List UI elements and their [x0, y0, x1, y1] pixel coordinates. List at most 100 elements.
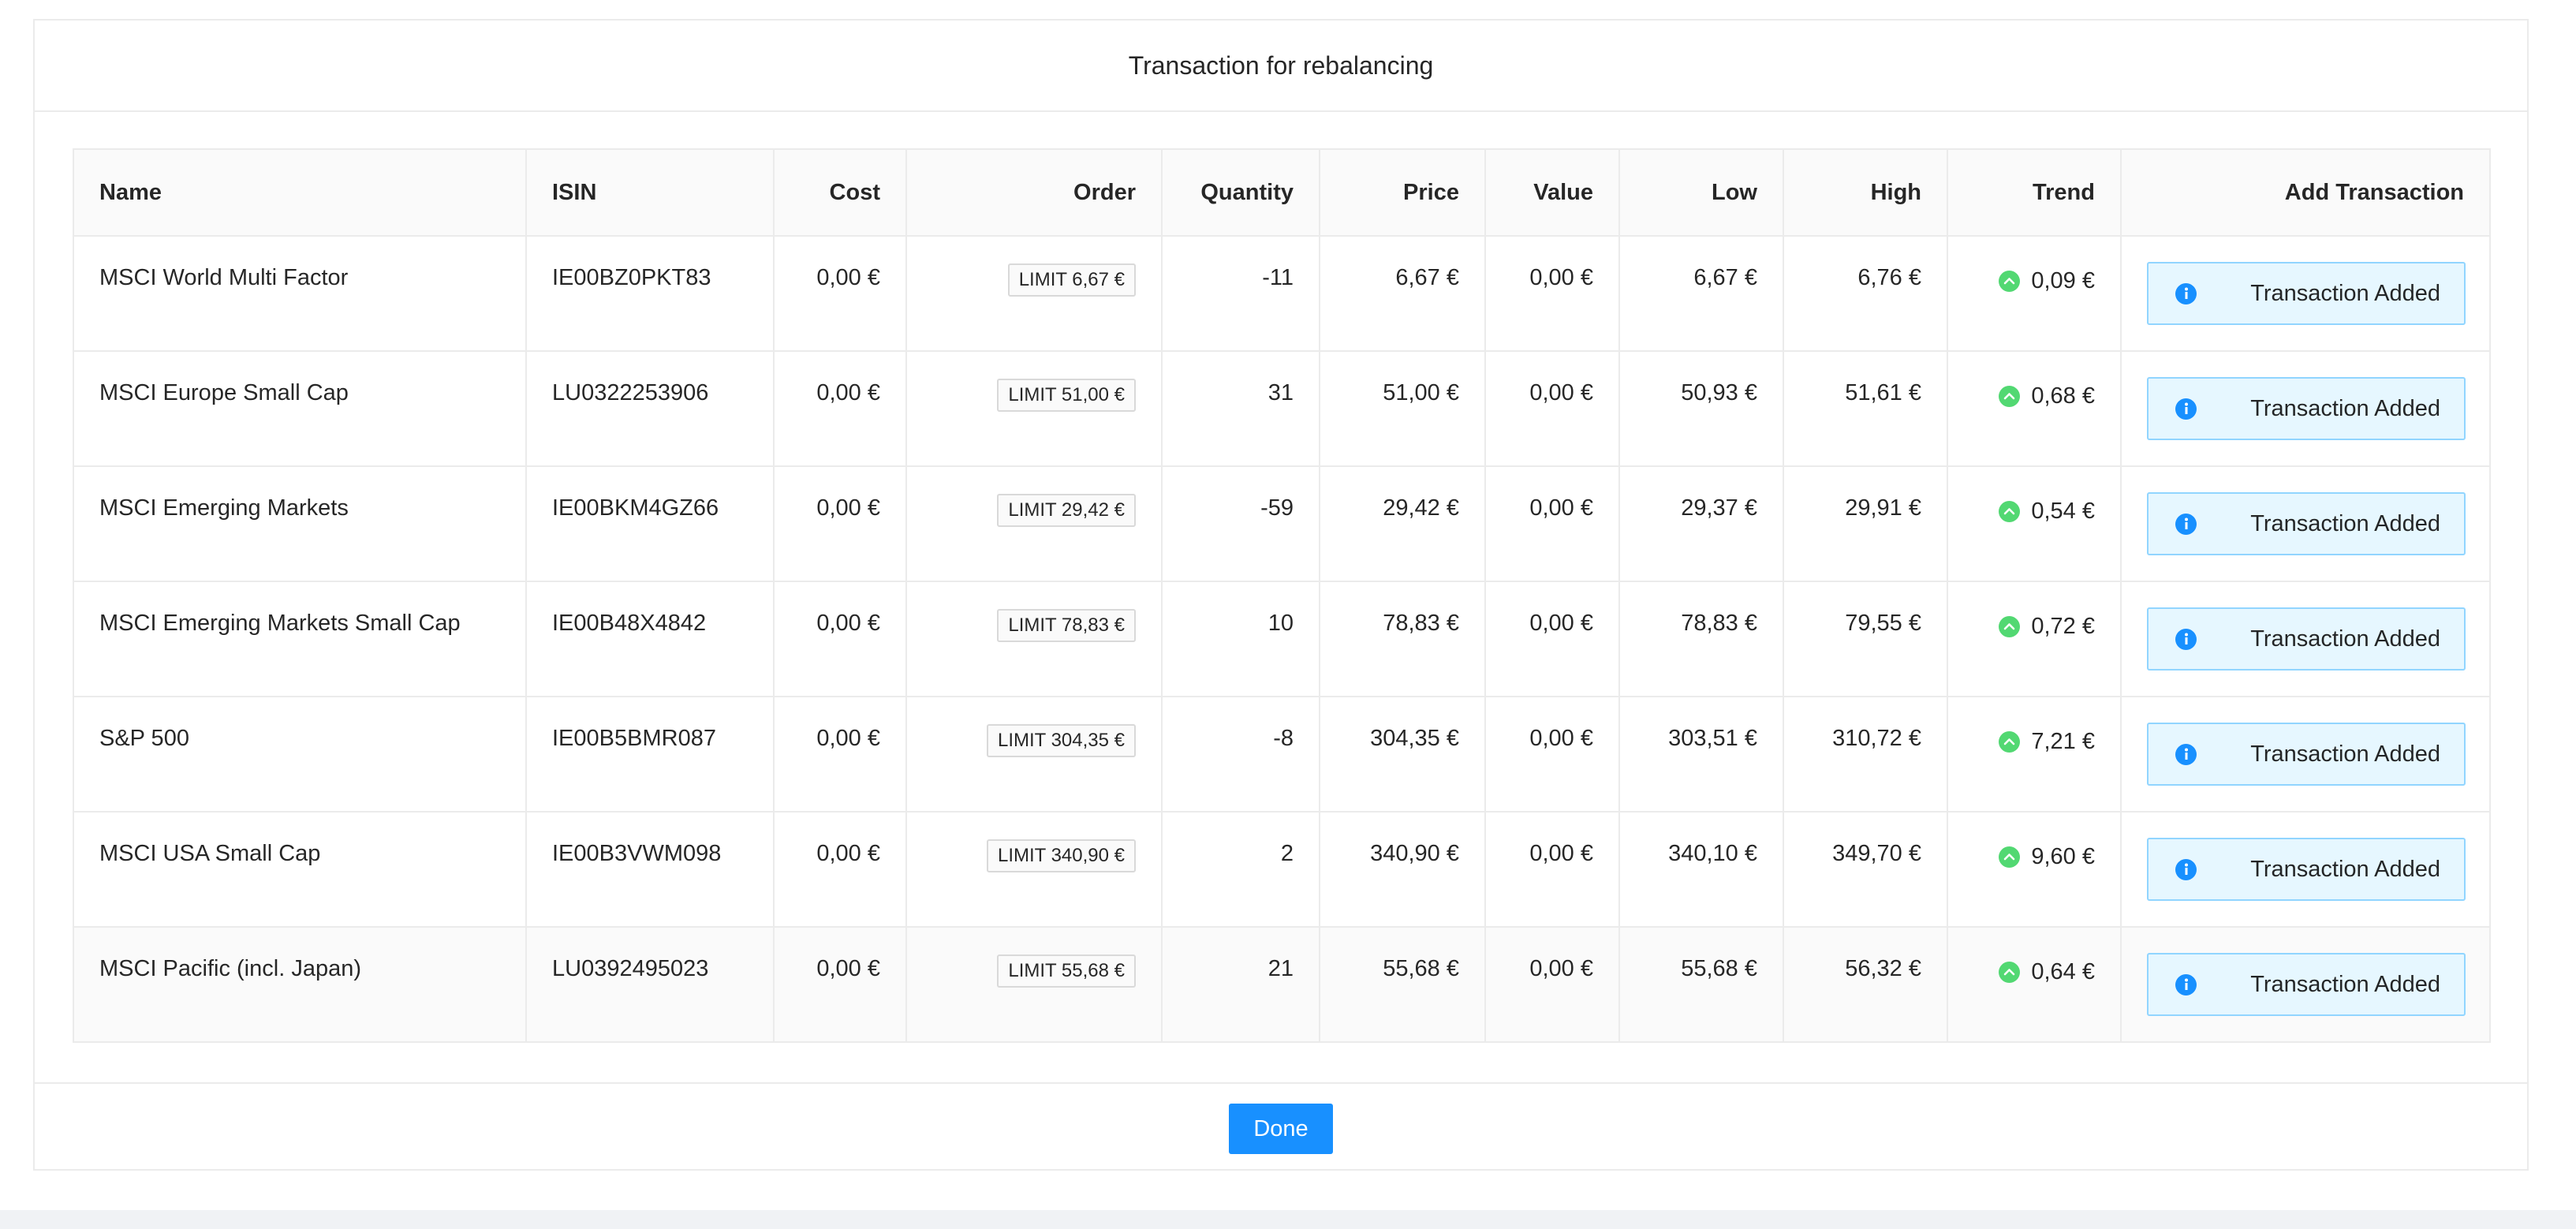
- table-row: MSCI Emerging Markets Small Cap IE00B48X…: [73, 581, 2491, 697]
- transaction-added-button[interactable]: Transaction Added: [2147, 723, 2466, 786]
- column-header-add-transaction[interactable]: Add Transaction: [2120, 148, 2491, 237]
- cell-order: LIMIT 78,83 €: [905, 581, 1163, 697]
- column-header-low[interactable]: Low: [1618, 148, 1784, 237]
- cell-high: 51,61 €: [1783, 350, 1948, 467]
- cell-price: 51,00 €: [1319, 350, 1486, 467]
- cell-price: 304,35 €: [1319, 696, 1486, 812]
- cell-price: 55,68 €: [1319, 926, 1486, 1043]
- cell-price: 29,42 €: [1319, 465, 1486, 582]
- info-circle-icon: [2175, 398, 2197, 420]
- cell-cost: 0,00 €: [773, 926, 907, 1043]
- cell-low: 340,10 €: [1618, 811, 1784, 928]
- transaction-added-button[interactable]: Transaction Added: [2147, 492, 2466, 555]
- cell-high: 6,76 €: [1783, 235, 1948, 352]
- cell-cost: 0,00 €: [773, 350, 907, 467]
- transaction-added-button[interactable]: Transaction Added: [2147, 377, 2466, 440]
- cell-isin: IE00BZ0PKT83: [525, 235, 775, 352]
- cell-add-transaction: Transaction Added: [2120, 811, 2491, 928]
- transaction-added-button[interactable]: Transaction Added: [2147, 953, 2466, 1016]
- info-circle-icon: [2175, 513, 2197, 535]
- table-row: MSCI Emerging Markets IE00BKM4GZ66 0,00 …: [73, 465, 2491, 582]
- transactions-table: Name ISIN Cost Order Quantity Price Valu…: [73, 148, 2491, 1043]
- table-row: S&P 500 IE00B5BMR087 0,00 € LIMIT 304,35…: [73, 696, 2491, 812]
- table-body: MSCI World Multi Factor IE00BZ0PKT83 0,0…: [73, 235, 2491, 1043]
- cell-name: MSCI USA Small Cap: [73, 811, 527, 928]
- trend-value: 0,72 €: [2031, 613, 2095, 639]
- cell-trend: 0,64 €: [1947, 926, 2122, 1043]
- column-header-order[interactable]: Order: [905, 148, 1163, 237]
- column-header-quantity[interactable]: Quantity: [1161, 148, 1320, 237]
- cell-low: 78,83 €: [1618, 581, 1784, 697]
- cell-value: 0,00 €: [1484, 926, 1620, 1043]
- arrow-up-circle-icon: [1999, 961, 2021, 983]
- cell-high: 79,55 €: [1783, 581, 1948, 697]
- cell-add-transaction: Transaction Added: [2120, 696, 2491, 812]
- cell-order: LIMIT 51,00 €: [905, 350, 1163, 467]
- column-header-name[interactable]: Name: [73, 148, 527, 237]
- cell-cost: 0,00 €: [773, 465, 907, 582]
- cell-isin: IE00B3VWM098: [525, 811, 775, 928]
- cell-name: MSCI Emerging Markets: [73, 465, 527, 582]
- cell-trend: 0,72 €: [1947, 581, 2122, 697]
- cell-price: 6,67 €: [1319, 235, 1486, 352]
- cell-name: MSCI Europe Small Cap: [73, 350, 527, 467]
- table-row: MSCI Europe Small Cap LU0322253906 0,00 …: [73, 350, 2491, 467]
- arrow-up-circle-icon: [1999, 270, 2021, 292]
- cell-isin: LU0392495023: [525, 926, 775, 1043]
- limit-order-tag: LIMIT 6,67 €: [1007, 263, 1136, 297]
- limit-order-tag: LIMIT 304,35 €: [987, 724, 1136, 757]
- trend-value: 0,54 €: [2031, 498, 2095, 524]
- cell-low: 6,67 €: [1618, 235, 1784, 352]
- transaction-added-label: Transaction Added: [2250, 971, 2440, 997]
- cell-value: 0,00 €: [1484, 696, 1620, 812]
- cell-cost: 0,00 €: [773, 811, 907, 928]
- column-header-isin[interactable]: ISIN: [525, 148, 775, 237]
- modal-footer: Done: [35, 1082, 2527, 1171]
- arrow-up-circle-icon: [1999, 730, 2021, 753]
- cell-quantity: 31: [1161, 350, 1320, 467]
- limit-order-tag: LIMIT 340,90 €: [987, 839, 1136, 872]
- cell-low: 303,51 €: [1618, 696, 1784, 812]
- cell-trend: 0,68 €: [1947, 350, 2122, 467]
- cell-name: MSCI Pacific (incl. Japan): [73, 926, 527, 1043]
- cell-order: LIMIT 55,68 €: [905, 926, 1163, 1043]
- cell-order: LIMIT 304,35 €: [905, 696, 1163, 812]
- transaction-added-button[interactable]: Transaction Added: [2147, 262, 2466, 325]
- cell-value: 0,00 €: [1484, 350, 1620, 467]
- transaction-added-label: Transaction Added: [2250, 510, 2440, 536]
- done-button[interactable]: Done: [1229, 1104, 1333, 1154]
- cell-value: 0,00 €: [1484, 581, 1620, 697]
- transaction-added-label: Transaction Added: [2250, 280, 2440, 306]
- column-header-price[interactable]: Price: [1319, 148, 1486, 237]
- info-circle-icon: [2175, 628, 2197, 650]
- cell-name: S&P 500: [73, 696, 527, 812]
- cell-quantity: 21: [1161, 926, 1320, 1043]
- column-header-cost[interactable]: Cost: [773, 148, 907, 237]
- column-header-trend[interactable]: Trend: [1947, 148, 2122, 237]
- transaction-added-label: Transaction Added: [2250, 626, 2440, 652]
- cell-low: 55,68 €: [1618, 926, 1784, 1043]
- table-header: Name ISIN Cost Order Quantity Price Valu…: [73, 148, 2491, 237]
- transaction-added-button[interactable]: Transaction Added: [2147, 838, 2466, 901]
- limit-order-tag: LIMIT 51,00 €: [997, 379, 1136, 412]
- cell-add-transaction: Transaction Added: [2120, 465, 2491, 582]
- cell-value: 0,00 €: [1484, 811, 1620, 928]
- cell-cost: 0,00 €: [773, 581, 907, 697]
- cell-price: 78,83 €: [1319, 581, 1486, 697]
- rebalancing-modal: Transaction for rebalancing Name ISIN Co…: [33, 19, 2529, 1171]
- info-circle-icon: [2175, 973, 2197, 996]
- trend-value: 0,09 €: [2031, 267, 2095, 293]
- cell-value: 0,00 €: [1484, 235, 1620, 352]
- transaction-added-button[interactable]: Transaction Added: [2147, 607, 2466, 671]
- column-header-value[interactable]: Value: [1484, 148, 1620, 237]
- cell-high: 56,32 €: [1783, 926, 1948, 1043]
- arrow-up-circle-icon: [1999, 500, 2021, 522]
- cell-trend: 9,60 €: [1947, 811, 2122, 928]
- cell-high: 349,70 €: [1783, 811, 1948, 928]
- column-header-high[interactable]: High: [1783, 148, 1948, 237]
- modal-header: Transaction for rebalancing: [35, 21, 2527, 112]
- cell-name: MSCI Emerging Markets Small Cap: [73, 581, 527, 697]
- cell-add-transaction: Transaction Added: [2120, 350, 2491, 467]
- cell-name: MSCI World Multi Factor: [73, 235, 527, 352]
- table-row: MSCI World Multi Factor IE00BZ0PKT83 0,0…: [73, 235, 2491, 352]
